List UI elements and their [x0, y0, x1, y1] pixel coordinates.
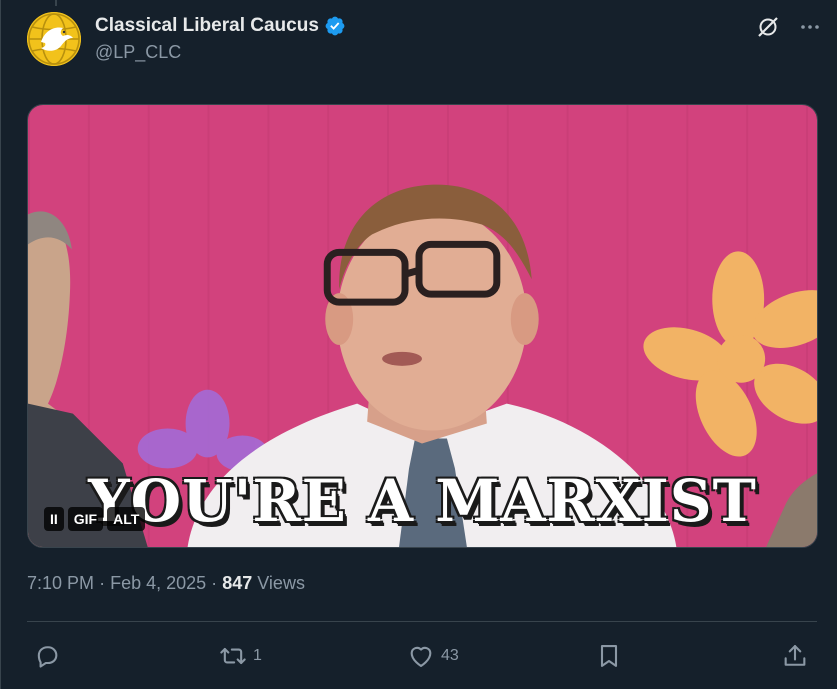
- avatar[interactable]: [27, 12, 81, 66]
- header-actions: [755, 14, 823, 40]
- share-button[interactable]: [781, 638, 809, 674]
- display-name-row: Classical Liberal Caucus: [95, 14, 346, 38]
- verified-badge-icon[interactable]: [324, 15, 346, 37]
- more-icon: [801, 25, 819, 29]
- gif-caption: YOU'RE A MARXIST: [88, 467, 757, 535]
- heart-icon: [410, 646, 432, 667]
- bookmark-icon: [600, 645, 618, 667]
- display-name[interactable]: Classical Liberal Caucus: [95, 15, 319, 37]
- retweet-count: 1: [253, 647, 262, 664]
- alt-button[interactable]: ALT: [107, 507, 146, 531]
- views-label: Views: [257, 573, 305, 593]
- tweet-header: Classical Liberal Caucus @LP_CLC: [27, 12, 823, 68]
- meta-separator: ·: [211, 573, 218, 593]
- divider: [27, 621, 817, 622]
- gif-badge: GIF: [67, 507, 104, 531]
- tweet: Classical Liberal Caucus @LP_CLC YOU'RE …: [0, 0, 837, 689]
- action-bar: 1 43: [27, 638, 817, 674]
- views-count: 847: [222, 573, 253, 593]
- share-icon: [784, 645, 806, 666]
- account-names: Classical Liberal Caucus @LP_CLC: [95, 14, 346, 63]
- gif-media[interactable]: YOU'RE A MARXIST II GIF ALT: [27, 104, 818, 548]
- dove-globe-logo-icon: [27, 12, 81, 66]
- tweet-meta: 7:10 PM · Feb 4, 2025 · 847 Views: [27, 573, 305, 594]
- meta-separator: ·: [99, 573, 106, 593]
- retweet-button[interactable]: 1: [219, 638, 262, 674]
- retweet-icon: [220, 647, 246, 665]
- reply-icon: [37, 646, 58, 668]
- more-button[interactable]: [797, 14, 823, 40]
- tweet-date[interactable]: Feb 4, 2025: [110, 573, 206, 593]
- handle[interactable]: @LP_CLC: [95, 42, 346, 63]
- media-controls: II GIF ALT: [44, 507, 146, 531]
- like-count: 43: [441, 647, 459, 664]
- thread-line: [55, 0, 57, 6]
- bookmark-button[interactable]: [595, 638, 629, 674]
- grok-button[interactable]: [755, 14, 781, 40]
- tweet-time[interactable]: 7:10 PM: [27, 573, 94, 593]
- grok-icon: [758, 17, 778, 37]
- pause-button[interactable]: II: [44, 507, 64, 531]
- reply-button[interactable]: [33, 638, 67, 674]
- like-button[interactable]: 43: [407, 638, 459, 674]
